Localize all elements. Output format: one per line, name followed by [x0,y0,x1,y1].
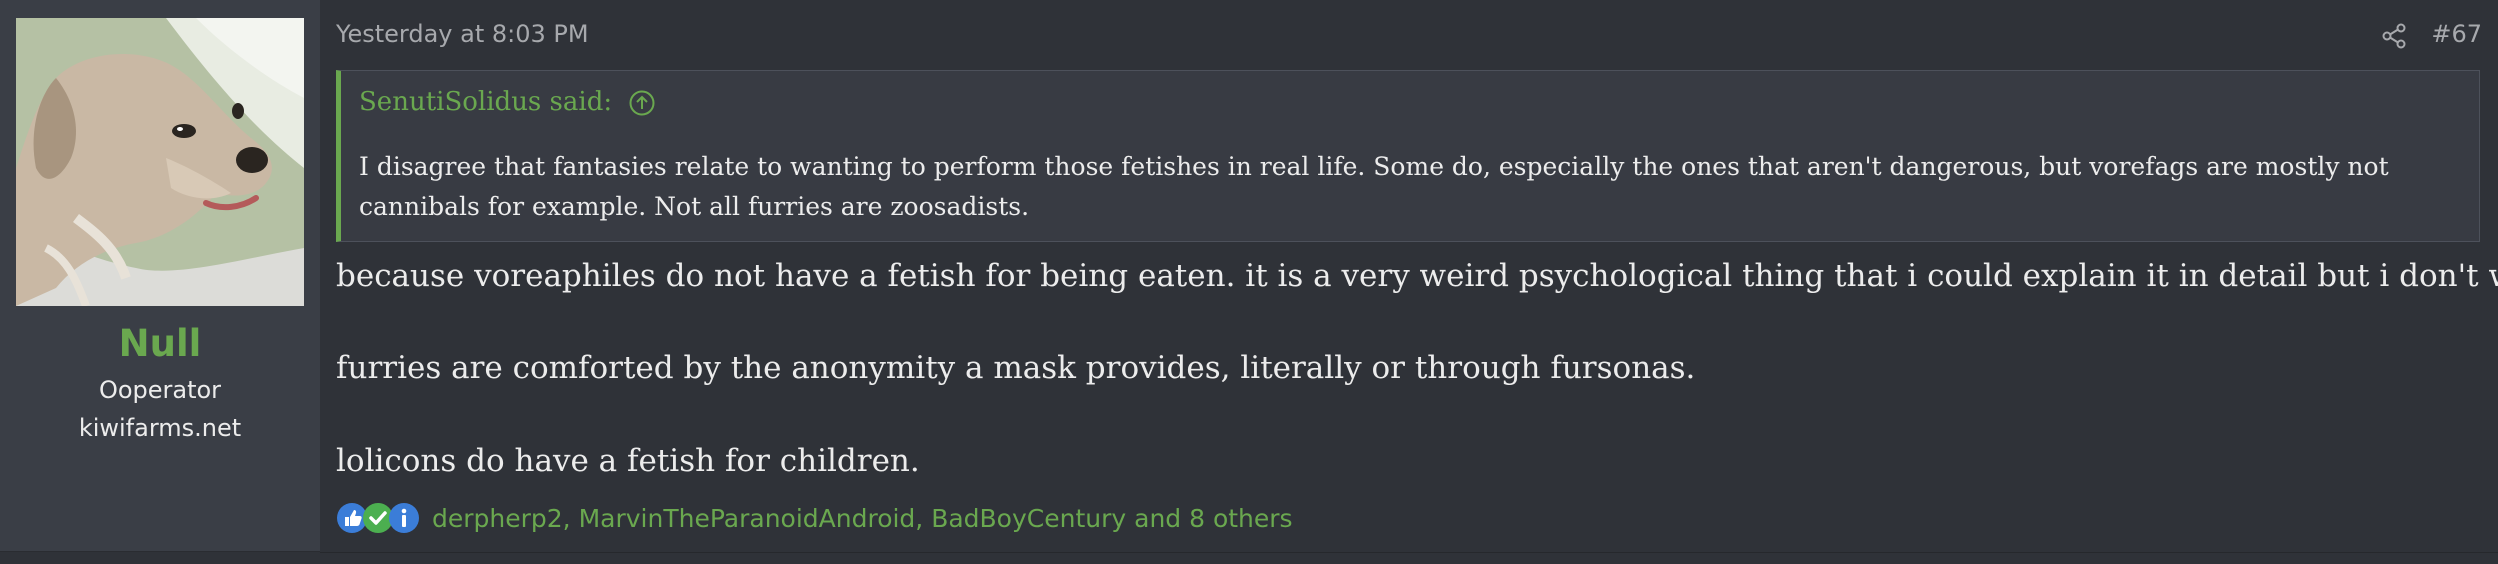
message-paragraph: lolicons do have a fetish for children. [336,443,920,479]
user-title: Ooperator [98,376,222,404]
reaction-users-link[interactable]: derpherp2, MarvinTheParanoidAndroid, Bad… [432,504,1293,533]
share-icon[interactable] [2380,22,2408,50]
quote-author-label: SenutiSolidus said: [359,87,613,117]
dog-avatar-image [16,18,304,306]
quote-author-link[interactable]: SenutiSolidus said: [359,87,656,117]
post-number-link[interactable]: #67 [2431,20,2482,48]
post-content: Yesterday at 8:03 PM #67 SenutiSolidus s… [320,0,2498,553]
arrow-up-circle-icon[interactable] [628,89,656,117]
quote-block: SenutiSolidus said: I disagree that fant… [336,70,2480,242]
username[interactable]: Null [0,322,320,365]
quote-body: I disagree that fantasies relate to want… [359,152,2389,221]
post-date[interactable]: Yesterday at 8:03 PM [336,20,589,48]
message-paragraph: because voreaphiles do not have a fetish… [336,258,2498,294]
info-icon[interactable] [388,502,420,534]
message-paragraph: furries are comforted by the anonymity a… [336,350,1696,386]
reactions-bar: derpherp2, MarvinTheParanoidAndroid, Bad… [336,500,1293,536]
user-info-panel: Null Ooperator kiwifarms.net [0,0,320,552]
user-site: kiwifarms.net [78,414,242,442]
forum-post: Null Ooperator kiwifarms.net Yesterday a… [0,0,2498,564]
avatar[interactable] [16,18,304,306]
